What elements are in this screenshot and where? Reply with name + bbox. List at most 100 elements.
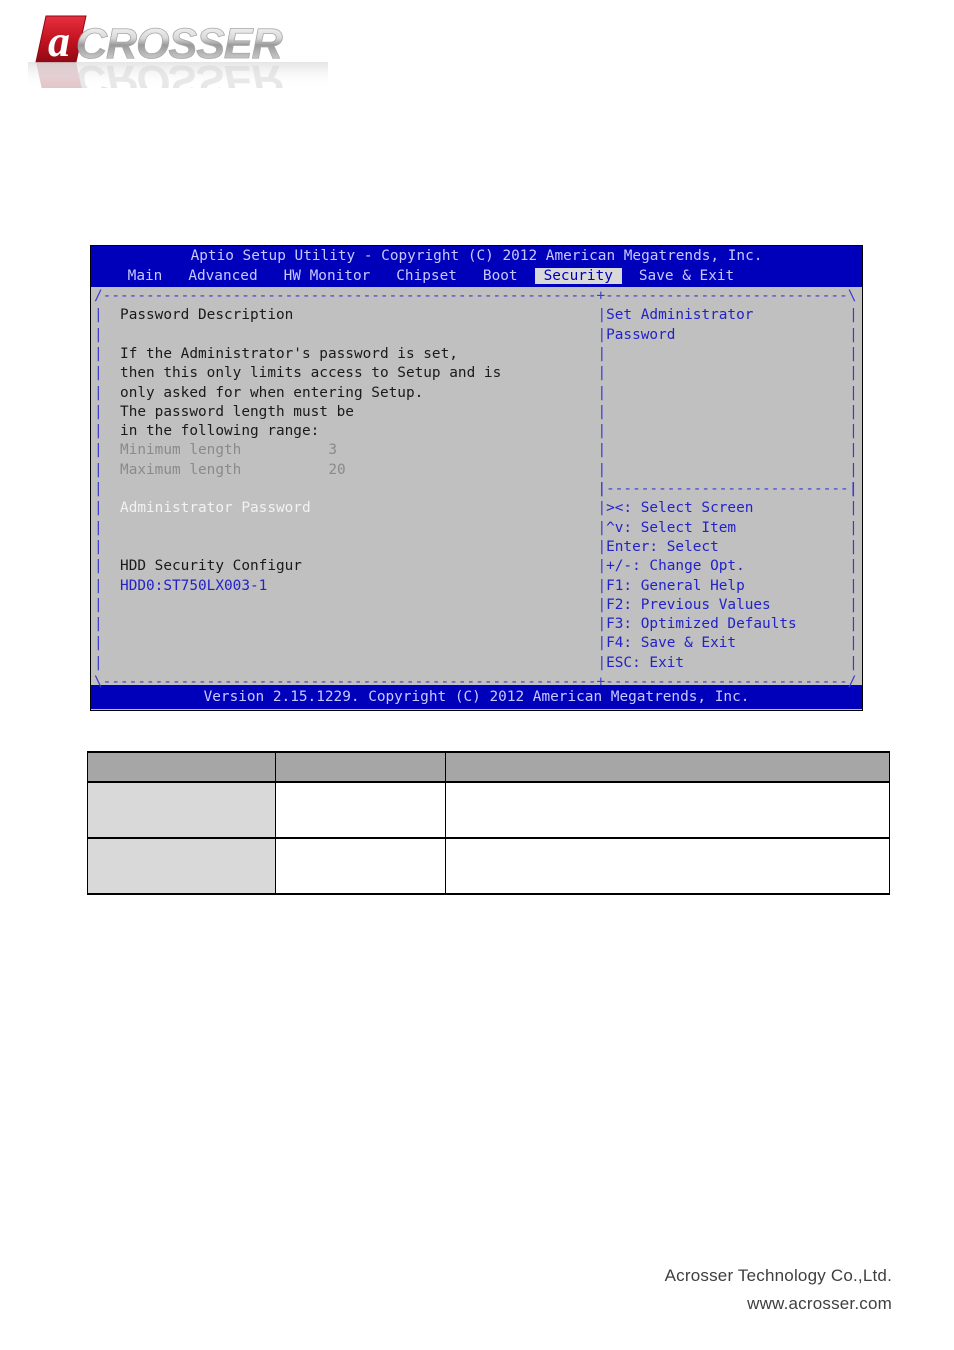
password-description-line: only asked for when entering Setup. (120, 384, 424, 401)
bios-frame-right: | (849, 558, 858, 575)
bios-frame-divider: | (597, 345, 607, 362)
bios-frame-divider: | (597, 461, 607, 478)
logo-graphic: a CROSSER CROSSER (28, 15, 328, 88)
help-text-line: Password (606, 326, 676, 343)
bios-frame-left: | (94, 307, 103, 324)
bios-frame-divider: | (597, 365, 607, 382)
bios-frame-right: | (849, 519, 858, 536)
password-description-heading: Password Description (120, 307, 294, 324)
hdd0-device-item[interactable]: HDD0:ST750LX003-1 (120, 577, 267, 596)
table-cell-description (445, 837, 890, 895)
menu-separator (466, 268, 475, 284)
bios-frame-right: | (849, 577, 858, 594)
bios-frame-right: | (849, 403, 858, 420)
menu-separator (379, 268, 388, 284)
bios-frame-divider: | (597, 403, 607, 420)
menu-separator (622, 268, 631, 284)
bios-tab-security[interactable]: Security (534, 268, 622, 284)
bios-frame-right: | (849, 596, 858, 613)
bios-frame-right: | (849, 500, 858, 517)
bios-frame-right: | (849, 307, 858, 324)
bios-key-hint: ^v: Select Item (606, 519, 737, 536)
table-cell-feature (87, 781, 276, 839)
spec-table (87, 751, 890, 895)
bios-frame-left: | (94, 365, 103, 382)
bios-frame-left: | (94, 345, 103, 362)
maximum-length-label: Maximum length (120, 461, 242, 478)
menu-separator (171, 268, 180, 284)
bios-tab-hw-monitor[interactable]: HW Monitor (275, 268, 379, 284)
bios-frame-top: /---------------------------------------… (94, 288, 857, 304)
administrator-password-item[interactable]: Administrator Password (120, 499, 311, 518)
bios-key-hint: ><: Select Screen (606, 500, 754, 517)
bios-key-hint: Enter: Select (606, 538, 719, 555)
bios-frame-left: | (94, 616, 103, 633)
bios-frame-right: | (849, 442, 858, 459)
bios-frame-bottom: \---------------------------------------… (94, 674, 857, 690)
bios-frame-divider: | (597, 616, 607, 633)
bios-tab-chipset[interactable]: Chipset (388, 268, 466, 284)
table-header-cell-2 (275, 751, 446, 783)
bios-frame-divider: | (597, 442, 607, 459)
password-description-line: then this only limits access to Setup an… (120, 365, 502, 382)
bios-tab-main[interactable]: Main (119, 268, 171, 284)
bios-frame-left: | (94, 596, 103, 613)
bios-title: Aptio Setup Utility - Copyright (C) 2012… (91, 246, 862, 266)
bios-frame-divider: | (597, 538, 607, 555)
bios-frame-left: | (94, 558, 103, 575)
bios-key-hint: ESC: Exit (606, 654, 685, 671)
table-cell-description (445, 781, 890, 839)
bios-frame-left: | (94, 519, 103, 536)
bios-frame-left: | (94, 654, 103, 671)
bios-key-hint: F4: Save & Exit (606, 635, 737, 652)
bios-frame-right: | (849, 616, 858, 633)
bios-frame-divider: | (597, 307, 607, 324)
bios-frame-left: | (94, 326, 103, 343)
menu-separator (266, 268, 275, 284)
bios-tab-boot[interactable]: Boot (474, 268, 526, 284)
table-cell-feature (87, 837, 276, 895)
bios-tab-advanced[interactable]: Advanced (180, 268, 267, 284)
bios-frame-right: | (849, 538, 858, 555)
bios-frame-left: | (94, 384, 103, 401)
bios-frame-divider: | (597, 596, 607, 613)
bios-frame-right: | (849, 635, 858, 652)
bios-key-hint: F3: Optimized Defaults (606, 616, 797, 633)
bios-frame-left: | (94, 635, 103, 652)
menu-separator (526, 268, 535, 284)
bios-frame-divider: | (597, 326, 607, 343)
bios-frame-left: | (94, 403, 103, 420)
bios-help-separator: |----------------------------| (597, 481, 858, 497)
footer-company-name: Acrosser Technology Co.,Ltd. (664, 1266, 892, 1285)
bios-frame-divider: | (597, 654, 607, 671)
bios-frame-divider: | (597, 519, 607, 536)
table-header-cell-3 (445, 751, 890, 783)
bios-setup-window: Aptio Setup Utility - Copyright (C) 2012… (90, 245, 863, 711)
bios-frame-left: | (94, 500, 103, 517)
bios-frame-divider: | (597, 384, 607, 401)
bios-frame-divider: | (597, 635, 607, 652)
minimum-length-label: Minimum length (120, 442, 242, 459)
minimum-length-value: 3 (328, 442, 338, 459)
footer-website-url[interactable]: www.acrosser.com (747, 1294, 892, 1314)
acrosser-logo: a CROSSER CROSSER (28, 8, 328, 88)
bios-tab-save-exit[interactable]: Save & Exit (630, 268, 743, 284)
table-cell-value (275, 781, 446, 839)
bios-frame-divider: | (597, 558, 607, 575)
help-text-line: Set Administrator (606, 307, 754, 324)
bios-frame-divider: | (597, 500, 607, 517)
bios-frame-left: | (94, 461, 103, 478)
bios-frame-right: | (849, 461, 858, 478)
bios-frame-left: | (94, 481, 103, 497)
bios-frame-right: | (849, 654, 858, 671)
bios-key-hint: F1: General Help (606, 577, 745, 594)
bios-key-hint: F2: Previous Values (606, 596, 771, 613)
bios-frame-right: | (849, 345, 858, 362)
bios-body: /---------------------------------------… (91, 287, 862, 690)
bios-frame-right: | (849, 384, 858, 401)
bios-menu-bar: Main Advanced HW Monitor Chipset Boot Se… (91, 266, 862, 287)
password-description-line: If the Administrator's password is set, (120, 345, 458, 362)
bios-frame-left: | (94, 538, 103, 555)
table-cell-value (275, 837, 446, 895)
bios-key-hint: +/-: Change Opt. (606, 558, 745, 575)
